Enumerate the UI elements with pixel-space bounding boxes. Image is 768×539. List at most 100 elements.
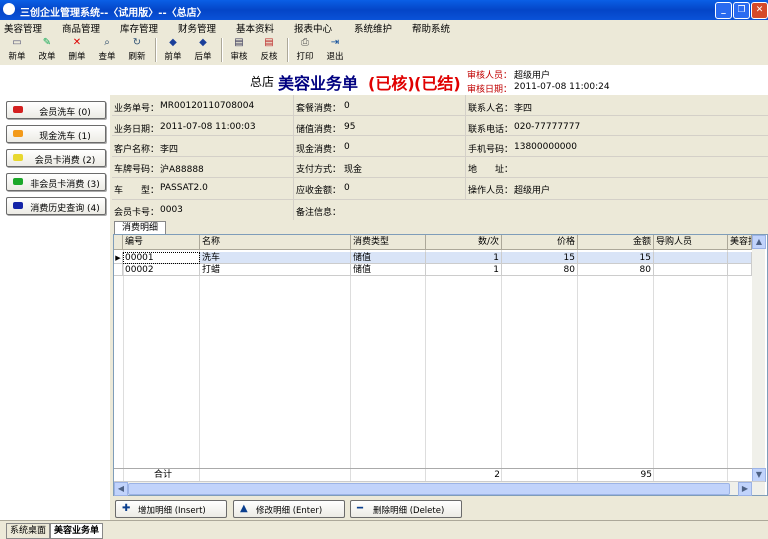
grid-cell[interactable]: 洗车: [200, 252, 351, 264]
cash-consume-label: 现金消费：: [296, 145, 342, 155]
grid-cell[interactable]: [654, 264, 728, 276]
search-bill-button[interactable]: ⌕ 查单: [94, 36, 120, 64]
menu-goods[interactable]: 商品管理: [62, 21, 100, 35]
approve-icon: ▤: [234, 37, 244, 48]
horizontal-scrollbar[interactable]: ◀ ▶: [114, 481, 765, 496]
menu-help[interactable]: 帮助系统: [412, 21, 450, 35]
tab-desktop[interactable]: 系统桌面: [6, 523, 51, 539]
menu-finance[interactable]: 财务管理: [178, 21, 216, 35]
delete-detail-button[interactable]: ━ 删除明细 (Delete): [350, 500, 462, 518]
grid-cell[interactable]: 15: [502, 252, 578, 264]
prev-bill-button[interactable]: ◆ 前单: [160, 36, 186, 64]
edit-bill-button[interactable]: ✎ 改单: [34, 36, 60, 64]
column-header[interactable]: 编号: [123, 235, 200, 250]
grid-line: [425, 250, 426, 481]
audit-date-value: 2011-07-08 11:00:24: [514, 82, 610, 92]
exit-button[interactable]: ⇥ 退出: [322, 36, 348, 64]
member-card-button[interactable]: 会员卡消费 (2): [6, 149, 106, 167]
delete-bill-button[interactable]: ✕ 删单: [64, 36, 90, 64]
grid-line: [123, 250, 124, 481]
close-button[interactable]: ✕: [751, 2, 768, 19]
grid-cell[interactable]: 1: [426, 264, 502, 276]
column-header[interactable]: 名称: [200, 235, 351, 250]
new-bill-button[interactable]: ▭ 新单: [4, 36, 30, 64]
auditor-label: 审核人员：: [467, 71, 513, 81]
print-button[interactable]: ⎙ 打印: [292, 36, 318, 64]
total-quantity: 2: [494, 470, 500, 480]
note-label: 备注信息：: [296, 208, 342, 218]
minimize-button[interactable]: _: [715, 2, 732, 19]
grid-cell[interactable]: [728, 252, 752, 264]
scroll-left-icon[interactable]: ◀: [114, 482, 128, 496]
grid-cell[interactable]: 00002: [123, 264, 200, 276]
grid-cell[interactable]: 80: [578, 264, 654, 276]
next-icon: ◆: [199, 37, 207, 48]
grid-cell[interactable]: 储值: [351, 252, 426, 264]
column-header[interactable]: 金额: [578, 235, 654, 250]
stored-consume-value: 95: [344, 122, 356, 132]
address-label: 地 址：: [468, 165, 514, 175]
column-header[interactable]: 导购人员: [654, 235, 728, 250]
scroll-down-icon[interactable]: ▼: [752, 468, 766, 482]
history-query-button[interactable]: 消费历史查询 (4): [6, 197, 106, 215]
menu-inventory[interactable]: 库存管理: [120, 21, 158, 35]
bill-no-value: MR00120110708004: [160, 101, 255, 111]
grid-cell[interactable]: 80: [502, 264, 578, 276]
grid-line: [501, 250, 502, 481]
grid-cell[interactable]: 打蜡: [200, 264, 351, 276]
restore-button[interactable]: ❐: [733, 2, 750, 19]
unapprove-icon: ▤: [264, 37, 274, 48]
left-action-pane: 会员洗车 (0) 现金洗车 (1) 会员卡消费 (2) 非会员卡消费 (3) 消…: [0, 95, 110, 520]
member-wash-button[interactable]: 会员洗车 (0): [6, 101, 106, 119]
menu-reports[interactable]: 报表中心: [294, 21, 332, 35]
grid-cell[interactable]: 15: [578, 252, 654, 264]
grid-cell[interactable]: [654, 252, 728, 264]
tab-beauty-bill[interactable]: 美容业务单: [50, 523, 104, 539]
plate-value: 沪A88888: [160, 165, 204, 175]
status-led-icon: [13, 178, 23, 185]
edit-icon: ✎: [42, 37, 52, 48]
scroll-right-icon[interactable]: ▶: [738, 482, 752, 496]
grid-line: [727, 250, 728, 481]
divider: [112, 199, 768, 200]
scroll-up-icon[interactable]: ▲: [752, 235, 766, 249]
scroll-thumb[interactable]: [128, 483, 730, 495]
column-header[interactable]: 价格: [502, 235, 578, 250]
non-member-card-button[interactable]: 非会员卡消费 (3): [6, 173, 106, 191]
car-model-label: 车 型：: [114, 186, 160, 196]
menu-beauty[interactable]: 美容管理: [4, 21, 42, 35]
phone-value: 020-77777777: [514, 122, 581, 132]
grid-cell[interactable]: 1: [426, 252, 502, 264]
grid-cell[interactable]: [728, 264, 752, 276]
search-icon: ⌕: [104, 37, 110, 48]
toolbar-separator: [221, 38, 223, 62]
row-indicator: [114, 264, 123, 276]
column-header[interactable]: 数/次: [426, 235, 502, 250]
next-bill-button[interactable]: ◆ 后单: [190, 36, 216, 64]
payment-value: 现金: [344, 165, 363, 175]
cash-wash-button[interactable]: 现金洗车 (1): [6, 125, 106, 143]
tab-consume-detail[interactable]: 消费明细: [114, 221, 166, 234]
menu-bar: 美容管理 商品管理 库存管理 财务管理 基本资料 报表中心 系统维护 帮助系统: [0, 20, 768, 35]
mobile-value: 13800000000: [514, 142, 577, 152]
grid-cell[interactable]: 00001: [123, 252, 200, 264]
divider: [293, 95, 294, 220]
member-card-value: 0003: [160, 205, 183, 215]
refresh-button[interactable]: ↻ 刷新: [124, 36, 150, 64]
grid-line: [577, 250, 578, 481]
car-model-value: PASSAT2.0: [160, 183, 208, 193]
column-header[interactable]: 消费类型: [351, 235, 426, 250]
divider: [112, 156, 768, 157]
menu-basic-data[interactable]: 基本资料: [236, 21, 274, 35]
menu-maintenance[interactable]: 系统维护: [354, 21, 392, 35]
minus-icon: ━: [357, 503, 364, 514]
add-detail-button[interactable]: ✚ 增加明细 (Insert): [115, 500, 227, 518]
toolbar-separator: [155, 38, 157, 62]
vertical-scrollbar[interactable]: ▲ ▼: [752, 235, 766, 482]
column-header[interactable]: 美容技: [728, 235, 752, 250]
edit-detail-button[interactable]: ▲ 修改明细 (Enter): [233, 500, 345, 518]
approve-button[interactable]: ▤ 审核: [226, 36, 252, 64]
unapprove-button[interactable]: ▤ 反核: [256, 36, 282, 64]
detail-grid: 编号 名称 消费类型 数/次 价格 金额 导购人员 美容技 ▶ 00001 洗车…: [113, 234, 768, 496]
grid-cell[interactable]: 储值: [351, 264, 426, 276]
